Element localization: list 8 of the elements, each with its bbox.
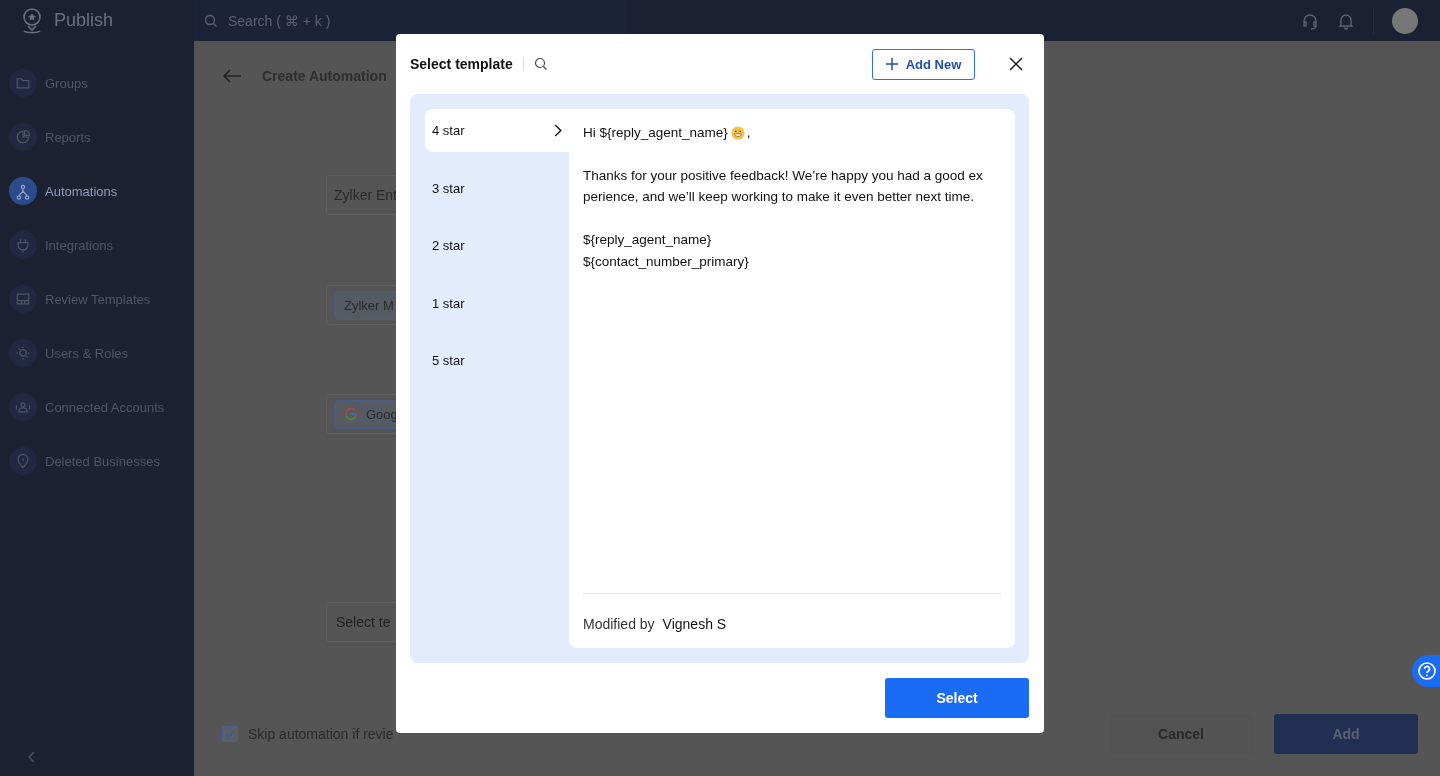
modified-label: Modified by <box>583 616 655 632</box>
greeting-comma: , <box>746 124 751 142</box>
message-paragraph: Thanks for your positive feedback! We’re happy you had a good ex perience, and we’ll keep working to make it even better next time. <box>583 166 984 207</box>
greeting-text: Hi ${reply_agent_name} <box>583 124 728 142</box>
app-name: Publish <box>54 10 114 31</box>
dialog-title: Select template <box>410 56 513 72</box>
message-paragraph: ${reply_agent_name} ${contact_number_primary} <box>583 231 750 271</box>
modified-by-name: Vignesh S <box>662 616 727 632</box>
